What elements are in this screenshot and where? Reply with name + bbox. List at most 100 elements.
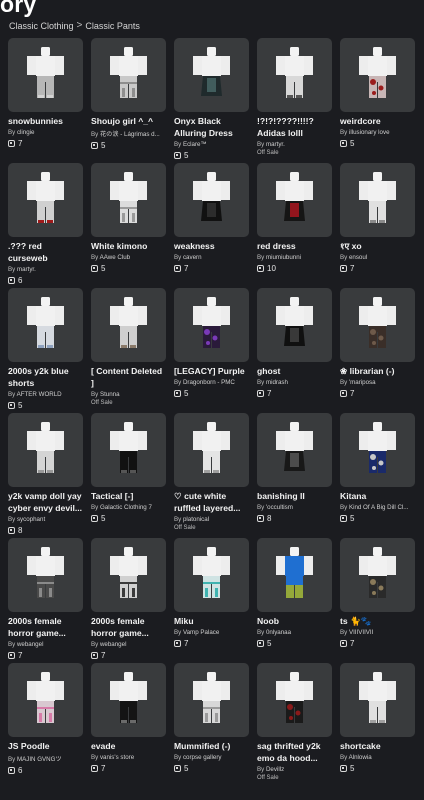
creator-name[interactable]: sycophant: [17, 516, 45, 523]
item-creator[interactable]: By Stunna: [91, 391, 166, 398]
item-name[interactable]: Shoujo girl ^_^: [91, 115, 166, 127]
item-thumbnail[interactable]: [174, 163, 249, 237]
item-thumbnail[interactable]: [8, 38, 83, 112]
item-card[interactable]: Onyx Black Alluring Dress By Eclare™ 5: [174, 38, 249, 163]
item-thumbnail[interactable]: [174, 413, 249, 487]
creator-name[interactable]: ensoul: [349, 254, 367, 261]
item-thumbnail[interactable]: [340, 163, 415, 237]
item-card[interactable]: banishing II By 'occultism 8: [257, 413, 332, 538]
creator-name[interactable]: VIIIVIIVII: [349, 629, 373, 636]
item-card[interactable]: snowbunnies By clingie 7: [8, 38, 83, 163]
item-creator[interactable]: By martyr.: [257, 141, 332, 148]
item-name[interactable]: !?!?!????!!!!? Adidas lolll: [257, 115, 332, 139]
item-card[interactable]: १ए xo By ensoul 7: [340, 163, 415, 288]
creator-name[interactable]: Vamp Palace: [183, 629, 219, 636]
item-card[interactable]: 2000s female horror game... By webangel 7: [8, 538, 83, 663]
item-card[interactable]: [ Content Deleted ] By Stunna Off Sale: [91, 288, 166, 413]
item-thumbnail[interactable]: [257, 163, 332, 237]
item-card[interactable]: red dress By miumiubunni 10: [257, 163, 332, 288]
item-thumbnail[interactable]: [257, 663, 332, 737]
item-card[interactable]: White kimono By AAwe Club 5: [91, 163, 166, 288]
item-thumbnail[interactable]: [340, 288, 415, 362]
item-name[interactable]: 2000s y2k blue shorts: [8, 365, 83, 389]
item-name[interactable]: Miku: [174, 615, 249, 627]
item-thumbnail[interactable]: [8, 163, 83, 237]
item-name[interactable]: 2000s female horror game...: [8, 615, 83, 639]
item-name[interactable]: ❀ librarian (-): [340, 365, 415, 377]
item-creator[interactable]: By cavern: [174, 254, 249, 261]
item-card[interactable]: Tactical [-] By Galactic Clothing 7 5: [91, 413, 166, 538]
item-creator[interactable]: By MAJIN GVNGツ: [8, 754, 83, 763]
item-card[interactable]: ts 🐈🐾 By VIIIVIIVII 7: [340, 538, 415, 663]
breadcrumb-item-classic-clothing[interactable]: Classic Clothing: [9, 21, 74, 31]
item-thumbnail[interactable]: [91, 538, 166, 612]
creator-name[interactable]: Dragonborn - PMC: [183, 379, 235, 386]
creator-name[interactable]: corpse gallery: [183, 754, 222, 761]
creator-name[interactable]: martyr.: [266, 141, 285, 148]
item-creator[interactable]: By 'mariposa: [340, 379, 415, 386]
item-name[interactable]: Kitana: [340, 490, 415, 502]
creator-name[interactable]: MAJIN GVNGツ: [17, 756, 62, 763]
item-creator[interactable]: By webangel: [8, 641, 83, 648]
creator-name[interactable]: platonical: [183, 516, 209, 523]
creator-name[interactable]: Devillz: [266, 766, 284, 773]
item-creator[interactable]: By AAwe Club: [91, 254, 166, 261]
breadcrumb-item-classic-pants[interactable]: Classic Pants: [85, 21, 140, 31]
item-thumbnail[interactable]: [174, 288, 249, 362]
item-card[interactable]: Shoujo girl ^_^ By 花の涙 - Lágrimas d... 5: [91, 38, 166, 163]
creator-name[interactable]: miumiubunni: [266, 254, 301, 261]
item-creator[interactable]: By ensoul: [340, 254, 415, 261]
item-card[interactable]: !?!?!????!!!!? Adidas lolll By martyr. Off…: [257, 38, 332, 163]
creator-name[interactable]: cavern: [183, 254, 202, 261]
item-creator[interactable]: By vanis's store: [91, 754, 166, 761]
item-thumbnail[interactable]: [91, 288, 166, 362]
item-card[interactable]: shortcake By Alnlowia 5: [340, 663, 415, 788]
item-card[interactable]: weirdcore By illusionary love 5: [340, 38, 415, 163]
item-creator[interactable]: By Devillz: [257, 766, 332, 773]
creator-name[interactable]: Alnlowia: [349, 754, 372, 761]
creator-name[interactable]: vanis's store: [100, 754, 134, 761]
creator-name[interactable]: martyr.: [17, 266, 36, 273]
item-thumbnail[interactable]: [340, 663, 415, 737]
creator-name[interactable]: illusionary love: [349, 129, 390, 136]
item-name[interactable]: y2k vamp doll yay cyber envy devil...: [8, 490, 83, 514]
item-card[interactable]: 2000s female horror game... By webangel 7: [91, 538, 166, 663]
creator-name[interactable]: webangel: [17, 641, 44, 648]
creator-name[interactable]: AAwe Club: [100, 254, 131, 261]
item-creator[interactable]: By Galactic Clothing 7: [91, 504, 166, 511]
item-thumbnail[interactable]: [257, 38, 332, 112]
item-name[interactable]: Tactical [-]: [91, 490, 166, 502]
item-thumbnail[interactable]: [8, 663, 83, 737]
item-name[interactable]: Onyx Black Alluring Dress: [174, 115, 249, 139]
item-thumbnail[interactable]: [8, 538, 83, 612]
item-name[interactable]: banishing II: [257, 490, 332, 502]
item-creator[interactable]: By Alnlowia: [340, 754, 415, 761]
item-card[interactable]: evade By vanis's store 7: [91, 663, 166, 788]
item-card[interactable]: 2000s y2k blue shorts By AFTER WORLD 5: [8, 288, 83, 413]
item-thumbnail[interactable]: [257, 413, 332, 487]
item-name[interactable]: weakness: [174, 240, 249, 252]
item-name[interactable]: JS Poodle: [8, 740, 83, 752]
item-creator[interactable]: By Vamp Palace: [174, 629, 249, 636]
item-name[interactable]: [LEGACY] Purple: [174, 365, 249, 377]
item-name[interactable]: [ Content Deleted ]: [91, 365, 166, 389]
item-thumbnail[interactable]: [8, 288, 83, 362]
item-creator[interactable]: By martyr.: [8, 266, 83, 273]
item-card[interactable]: weakness By cavern 7: [174, 163, 249, 288]
item-thumbnail[interactable]: [340, 538, 415, 612]
item-creator[interactable]: By corpse gallery: [174, 754, 249, 761]
item-card[interactable]: Miku By Vamp Palace 7: [174, 538, 249, 663]
creator-name[interactable]: Eclare™: [183, 141, 207, 148]
item-name[interactable]: 2000s female horror game...: [91, 615, 166, 639]
item-thumbnail[interactable]: [91, 163, 166, 237]
item-name[interactable]: १ए xo: [340, 240, 415, 252]
creator-name[interactable]: clingie: [17, 129, 35, 136]
item-name[interactable]: evade: [91, 740, 166, 752]
item-thumbnail[interactable]: [174, 538, 249, 612]
item-card[interactable]: [LEGACY] Purple By Dragonborn - PMC 5: [174, 288, 249, 413]
item-card[interactable]: y2k vamp doll yay cyber envy devil... By …: [8, 413, 83, 538]
item-name[interactable]: .??? red curseweb weirdcore: [8, 240, 83, 264]
creator-name[interactable]: 0nlyanaa: [266, 629, 291, 636]
item-name[interactable]: sag thrifted y2k emo da hood...: [257, 740, 332, 764]
item-name[interactable]: red dress: [257, 240, 332, 252]
